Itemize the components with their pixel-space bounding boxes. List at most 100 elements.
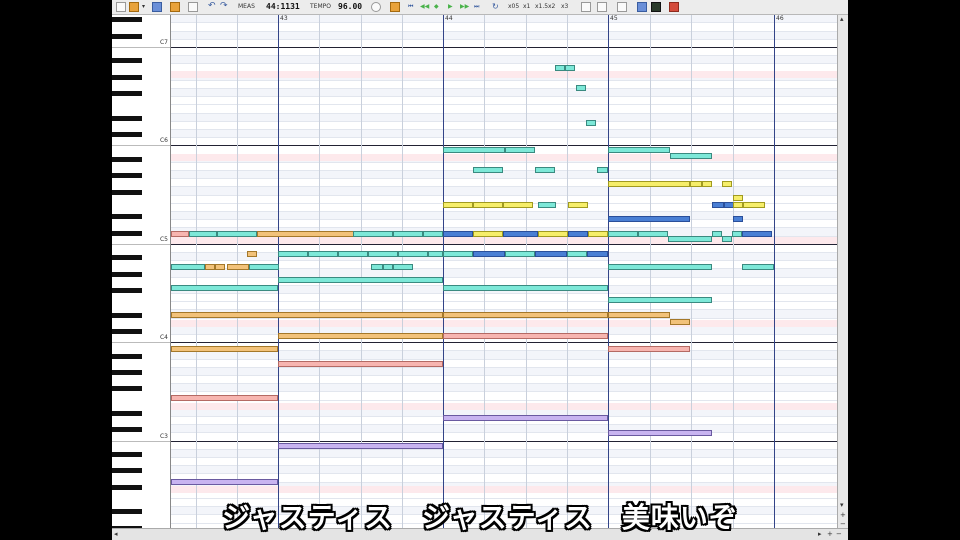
- midi-note[interactable]: [278, 361, 443, 367]
- midi-note[interactable]: [712, 231, 722, 237]
- midi-note[interactable]: [353, 231, 393, 237]
- rewind-icon[interactable]: ◀◀: [420, 3, 429, 10]
- midi-note[interactable]: [443, 285, 608, 291]
- zoom-x2[interactable]: x2: [548, 3, 555, 10]
- midi-note[interactable]: [732, 231, 742, 237]
- midi-note[interactable]: [722, 236, 732, 242]
- midi-note[interactable]: [247, 251, 257, 257]
- play-icon[interactable]: ▶: [448, 3, 453, 10]
- midi-note[interactable]: [443, 147, 505, 153]
- chart-icon[interactable]: [637, 2, 647, 12]
- settings-icon[interactable]: [371, 2, 381, 12]
- midi-note[interactable]: [742, 231, 772, 237]
- midi-note[interactable]: [670, 153, 712, 159]
- midi-note[interactable]: [171, 479, 278, 485]
- midi-note[interactable]: [690, 181, 702, 187]
- midi-note[interactable]: [538, 231, 568, 237]
- monitor-icon[interactable]: [651, 2, 661, 12]
- zoom-x3[interactable]: x3: [561, 3, 568, 10]
- midi-note[interactable]: [205, 264, 215, 270]
- midi-note[interactable]: [215, 264, 225, 270]
- midi-note[interactable]: [565, 65, 575, 71]
- settings-panel-icon[interactable]: [390, 2, 400, 12]
- undo-icon[interactable]: ↶: [208, 1, 216, 11]
- midi-note[interactable]: [473, 231, 503, 237]
- piano-keyboard[interactable]: C7C6C5C4C3C2: [112, 15, 171, 528]
- midi-note[interactable]: [368, 251, 398, 257]
- midi-note[interactable]: [171, 346, 278, 352]
- midi-note[interactable]: [638, 231, 668, 237]
- midi-note[interactable]: [443, 312, 608, 318]
- midi-note[interactable]: [668, 236, 712, 242]
- midi-note[interactable]: [398, 251, 428, 257]
- midi-note[interactable]: [608, 231, 638, 237]
- midi-note[interactable]: [443, 415, 608, 421]
- midi-note[interactable]: [608, 264, 712, 270]
- zoom-x15[interactable]: x1.5: [535, 3, 548, 10]
- midi-note[interactable]: [702, 181, 712, 187]
- midi-note[interactable]: [278, 251, 308, 257]
- midi-note[interactable]: [608, 346, 690, 352]
- redo-icon[interactable]: ↷: [220, 1, 228, 11]
- wrench-icon[interactable]: [669, 2, 679, 12]
- midi-note[interactable]: [535, 251, 567, 257]
- midi-note[interactable]: [503, 202, 533, 208]
- grid-icon[interactable]: [581, 2, 591, 12]
- goto-end-icon[interactable]: ⏭: [474, 3, 479, 11]
- forward-icon[interactable]: ▶▶: [460, 3, 469, 10]
- midi-note[interactable]: [733, 195, 743, 201]
- open-folder-icon[interactable]: [129, 2, 139, 12]
- midi-note[interactable]: [733, 202, 743, 208]
- midi-note[interactable]: [608, 312, 670, 318]
- midi-note[interactable]: [443, 333, 608, 339]
- midi-note[interactable]: [443, 231, 473, 237]
- vertical-scrollbar[interactable]: ▴ ▾ + −: [837, 15, 848, 528]
- midi-note[interactable]: [588, 231, 608, 237]
- select-icon[interactable]: [597, 2, 607, 12]
- midi-note[interactable]: [538, 202, 556, 208]
- midi-note[interactable]: [576, 85, 586, 91]
- midi-note[interactable]: [608, 216, 690, 222]
- midi-note[interactable]: [278, 277, 443, 283]
- midi-note[interactable]: [171, 285, 278, 291]
- midi-note[interactable]: [393, 231, 423, 237]
- midi-note[interactable]: [608, 430, 712, 436]
- scroll-up-arrow-icon[interactable]: ▴: [840, 15, 844, 23]
- midi-note[interactable]: [473, 167, 503, 173]
- midi-note[interactable]: [743, 202, 765, 208]
- midi-note[interactable]: [587, 251, 608, 257]
- midi-note[interactable]: [171, 395, 278, 401]
- midi-note[interactable]: [428, 251, 443, 257]
- midi-note[interactable]: [568, 231, 588, 237]
- dropdown-icon[interactable]: ▾: [142, 3, 145, 10]
- zoom-x1[interactable]: x1: [523, 3, 530, 10]
- midi-note[interactable]: [217, 231, 257, 237]
- midi-note[interactable]: [189, 231, 217, 237]
- midi-note[interactable]: [505, 147, 535, 153]
- midi-note[interactable]: [535, 167, 555, 173]
- midi-note[interactable]: [608, 147, 670, 153]
- goto-start-icon[interactable]: ⏮: [408, 3, 413, 11]
- midi-note[interactable]: [383, 264, 393, 270]
- midi-note[interactable]: [505, 251, 535, 257]
- midi-note[interactable]: [473, 251, 505, 257]
- midi-note[interactable]: [308, 251, 338, 257]
- midi-note[interactable]: [249, 264, 279, 270]
- midi-note[interactable]: [423, 231, 443, 237]
- midi-note[interactable]: [722, 181, 732, 187]
- midi-note[interactable]: [227, 264, 249, 270]
- new-file-icon[interactable]: [116, 2, 126, 12]
- export-icon[interactable]: [170, 2, 180, 12]
- midi-note[interactable]: [171, 312, 443, 318]
- midi-note[interactable]: [503, 231, 538, 237]
- midi-note[interactable]: [371, 264, 383, 270]
- save-icon[interactable]: [152, 2, 162, 12]
- midi-note[interactable]: [171, 231, 189, 237]
- midi-note[interactable]: [555, 65, 565, 71]
- midi-note[interactable]: [443, 251, 473, 257]
- midi-note[interactable]: [597, 167, 608, 173]
- midi-note[interactable]: [278, 333, 443, 339]
- midi-note[interactable]: [712, 202, 724, 208]
- midi-note[interactable]: [733, 216, 743, 222]
- midi-note[interactable]: [171, 264, 205, 270]
